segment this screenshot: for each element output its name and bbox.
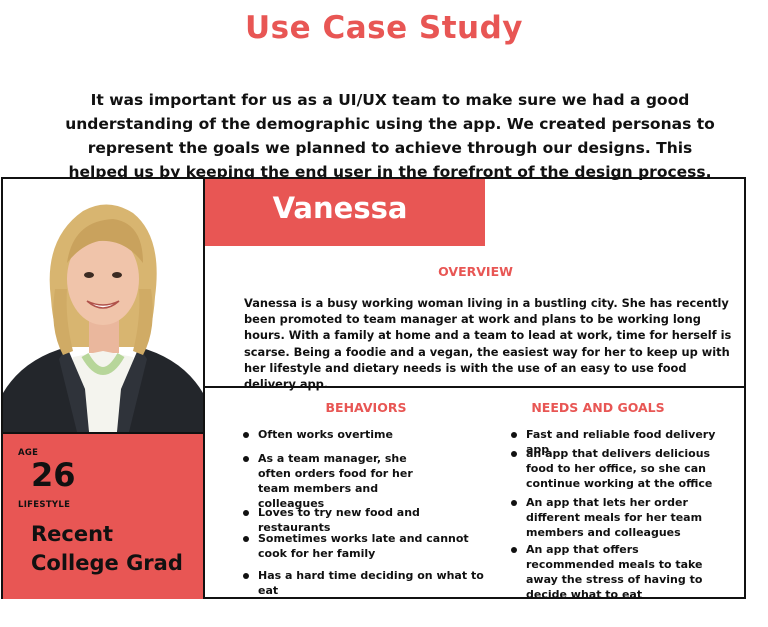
lifestyle-value: Recent College Grad	[31, 522, 183, 575]
needs-item: An app that lets her order different mea…	[511, 495, 726, 540]
behavior-item: Often works overtime	[243, 427, 483, 442]
persona-name: Vanessa	[272, 191, 408, 225]
behavior-item: Has a hard time deciding on what to eat	[243, 568, 493, 598]
overview-heading: OVERVIEW	[438, 264, 513, 279]
persona-stats-panel: AGE 26 LIFESTYLE Recent College Grad	[3, 432, 205, 599]
section-divider	[205, 386, 746, 388]
persona-name-banner: Vanessa	[205, 179, 485, 246]
page-title: Use Case Study	[245, 10, 523, 46]
overview-text: Vanessa is a busy working woman living i…	[244, 296, 732, 392]
persona-photo-illustration	[3, 179, 203, 432]
lifestyle-label: LIFESTYLE	[18, 500, 71, 510]
behaviors-heading: BEHAVIORS	[325, 400, 407, 415]
behavior-item: Sometimes works late and cannot cook for…	[243, 531, 483, 561]
behavior-item: As a team manager, she often orders food…	[243, 451, 433, 511]
persona-photo	[3, 179, 205, 432]
age-value: 26	[31, 456, 76, 494]
needs-heading: NEEDS AND GOALS	[531, 400, 665, 415]
needs-item: An app that offers recommended meals to …	[511, 542, 726, 602]
needs-item: an app that delivers delicious food to h…	[511, 446, 726, 491]
persona-card: AGE 26 LIFESTYLE Recent College Grad Van…	[1, 177, 746, 602]
intro-paragraph: It was important for us as a UI/UX team …	[65, 91, 715, 181]
